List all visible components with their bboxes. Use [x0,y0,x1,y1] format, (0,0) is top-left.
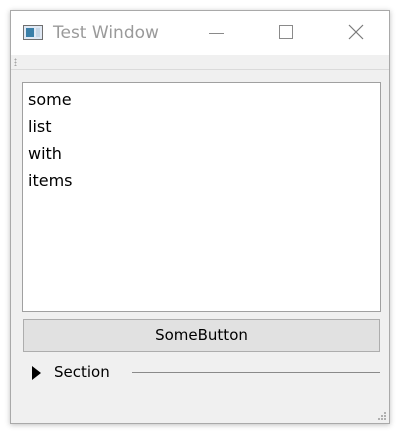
size-grip-icon[interactable] [377,411,387,421]
triangle-right-icon[interactable] [32,366,41,380]
list-item[interactable]: items [28,172,72,190]
some-button[interactable]: SomeButton [23,319,380,352]
toolbar [11,55,389,70]
section-divider [132,372,380,373]
window-title: Test Window [53,23,159,43]
test-window: Test Window some list with items SomeBut… [10,10,390,424]
list-item[interactable]: some [28,91,72,109]
title-bar[interactable]: Test Window [11,11,389,55]
section-header[interactable]: Section [11,360,389,385]
maximize-button[interactable] [259,11,313,55]
list-item[interactable]: list [28,118,52,136]
maximize-icon [279,25,293,39]
minimize-button[interactable] [189,11,243,55]
section-label[interactable]: Section [54,363,110,381]
close-icon [348,24,364,40]
window-icon[interactable] [23,25,43,40]
grip-icon[interactable] [14,58,17,66]
list-item[interactable]: with [28,145,62,163]
minimize-icon [209,33,224,34]
close-button[interactable] [329,11,383,55]
item-list[interactable]: some list with items [22,82,381,312]
